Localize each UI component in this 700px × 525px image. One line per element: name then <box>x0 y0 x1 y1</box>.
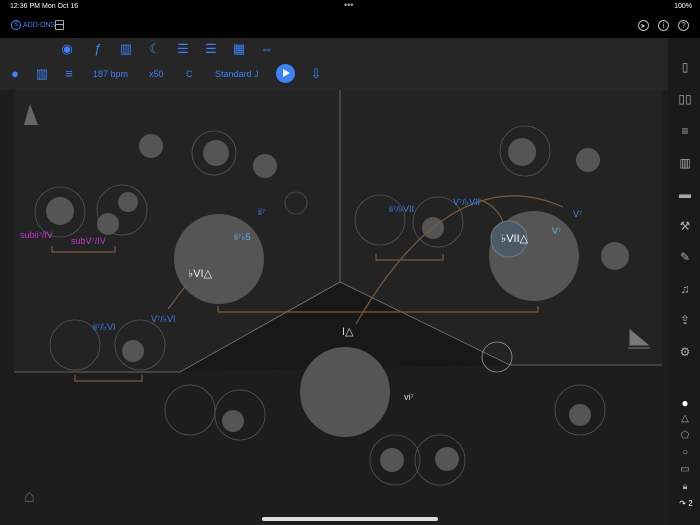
piano-icon[interactable]: ▥ <box>34 67 50 81</box>
undo-count: 2 <box>688 499 693 508</box>
chord-I[interactable]: I△ <box>342 326 354 338</box>
music-list-icon[interactable]: ♫ <box>678 282 692 296</box>
info-icon[interactable]: i <box>658 20 669 31</box>
book-icon[interactable]: ▯▯ <box>678 92 692 106</box>
sliders-icon[interactable]: ≡ <box>61 67 77 81</box>
list-minus-icon[interactable]: ☰ <box>175 42 191 56</box>
home-icon[interactable]: ⌂ <box>24 486 35 507</box>
battery-level: 100% <box>674 3 692 10</box>
share-icon[interactable]: ⇪ <box>678 313 692 327</box>
user-icon[interactable]: ● <box>7 67 23 81</box>
eye-icon[interactable]: ◉ <box>59 42 75 56</box>
map-icon[interactable]: ▥ <box>678 156 692 170</box>
status-time: 12:36 PM <box>10 3 40 10</box>
chord-subii-IV[interactable]: subii⁷/IV <box>20 230 53 240</box>
chord-map-canvas[interactable]: subii⁷/IV subV⁷/IV ii⁷ ii⁷♭5 ♭VI△ ii⁷/♭V… <box>0 90 668 525</box>
download-tray-icon[interactable]: ⇩ <box>308 67 324 81</box>
function-icon[interactable]: ƒ <box>90 42 106 56</box>
map-icon[interactable]: ▥ <box>118 42 134 56</box>
help-icon[interactable]: ? <box>678 20 689 31</box>
play-circle-icon[interactable]: ▸ <box>638 20 649 31</box>
chord-ii7[interactable]: ii⁷ <box>258 207 265 217</box>
rectangle-shape-icon[interactable]: ▭ <box>678 464 692 475</box>
pentagon-shape-icon[interactable]: ⬠ <box>678 430 692 441</box>
addons-button[interactable]: $ ADD-ONS <box>11 20 55 30</box>
chord-bVII[interactable]: ♭VII△ <box>501 233 529 245</box>
sliders-icon[interactable]: ≡ <box>678 124 692 138</box>
triangle-shape-icon[interactable]: △ <box>678 413 692 424</box>
moon-icon[interactable]: ☾ <box>147 42 163 56</box>
chord-V-bVI[interactable]: V⁷/♭VI <box>151 314 176 324</box>
gear-play-icon[interactable]: ⚙ <box>678 345 692 359</box>
grid-icon[interactable]: ▦ <box>231 42 247 56</box>
chord-V7-inner[interactable]: V⁷ <box>552 226 561 236</box>
lock-icon[interactable]: 🔒︎ <box>678 481 692 492</box>
dollar-icon: $ <box>11 20 21 30</box>
tuning-button[interactable]: Standard J <box>215 69 259 79</box>
home-indicator[interactable] <box>262 517 438 521</box>
chord-ii-bVII[interactable]: ii⁷/♭VII <box>389 204 414 214</box>
layers-icon[interactable]: ▬ <box>678 187 692 201</box>
status-date: Mon Oct 16 <box>42 3 79 10</box>
chord-bVI[interactable]: ♭VI△ <box>188 268 213 280</box>
tempo-button[interactable]: 187 bpm <box>93 69 128 79</box>
play-button[interactable] <box>276 64 295 83</box>
chord-subV-IV[interactable]: subV⁷/IV <box>71 236 106 246</box>
chord-V-bVII[interactable]: V⁷/♭VII <box>453 197 480 207</box>
multiplier-button[interactable]: x50 <box>149 69 164 79</box>
edit-icon[interactable]: ✎ <box>678 250 692 264</box>
chord-ii-bVI[interactable]: ii⁷/♭VI <box>93 322 116 332</box>
circle-shape-icon[interactable]: ● <box>678 396 692 410</box>
undo-counter[interactable]: ↷ 2 <box>676 499 696 508</box>
hammer-icon[interactable]: ⚒ <box>678 219 692 233</box>
device-icon[interactable]: ▯ <box>678 60 692 74</box>
key-button[interactable]: C <box>186 69 193 79</box>
list-plus-icon[interactable]: ☰ <box>203 42 219 56</box>
hexagon-shape-icon[interactable]: ○ <box>678 447 692 458</box>
expand-icon[interactable]: ⇔ <box>259 42 275 56</box>
chord-vi[interactable]: vi⁷ <box>404 392 414 402</box>
chord-V7[interactable]: V⁷ <box>573 209 582 219</box>
multitask-dots[interactable]: ••• <box>344 0 353 10</box>
chord-ii7b5[interactable]: ii⁷♭5 <box>234 232 251 242</box>
addons-label: ADD-ONS <box>23 21 56 29</box>
status-bar: 12:36 PM Mon Oct 16 ••• 100% <box>0 0 700 14</box>
split-view-icon[interactable] <box>55 20 64 30</box>
